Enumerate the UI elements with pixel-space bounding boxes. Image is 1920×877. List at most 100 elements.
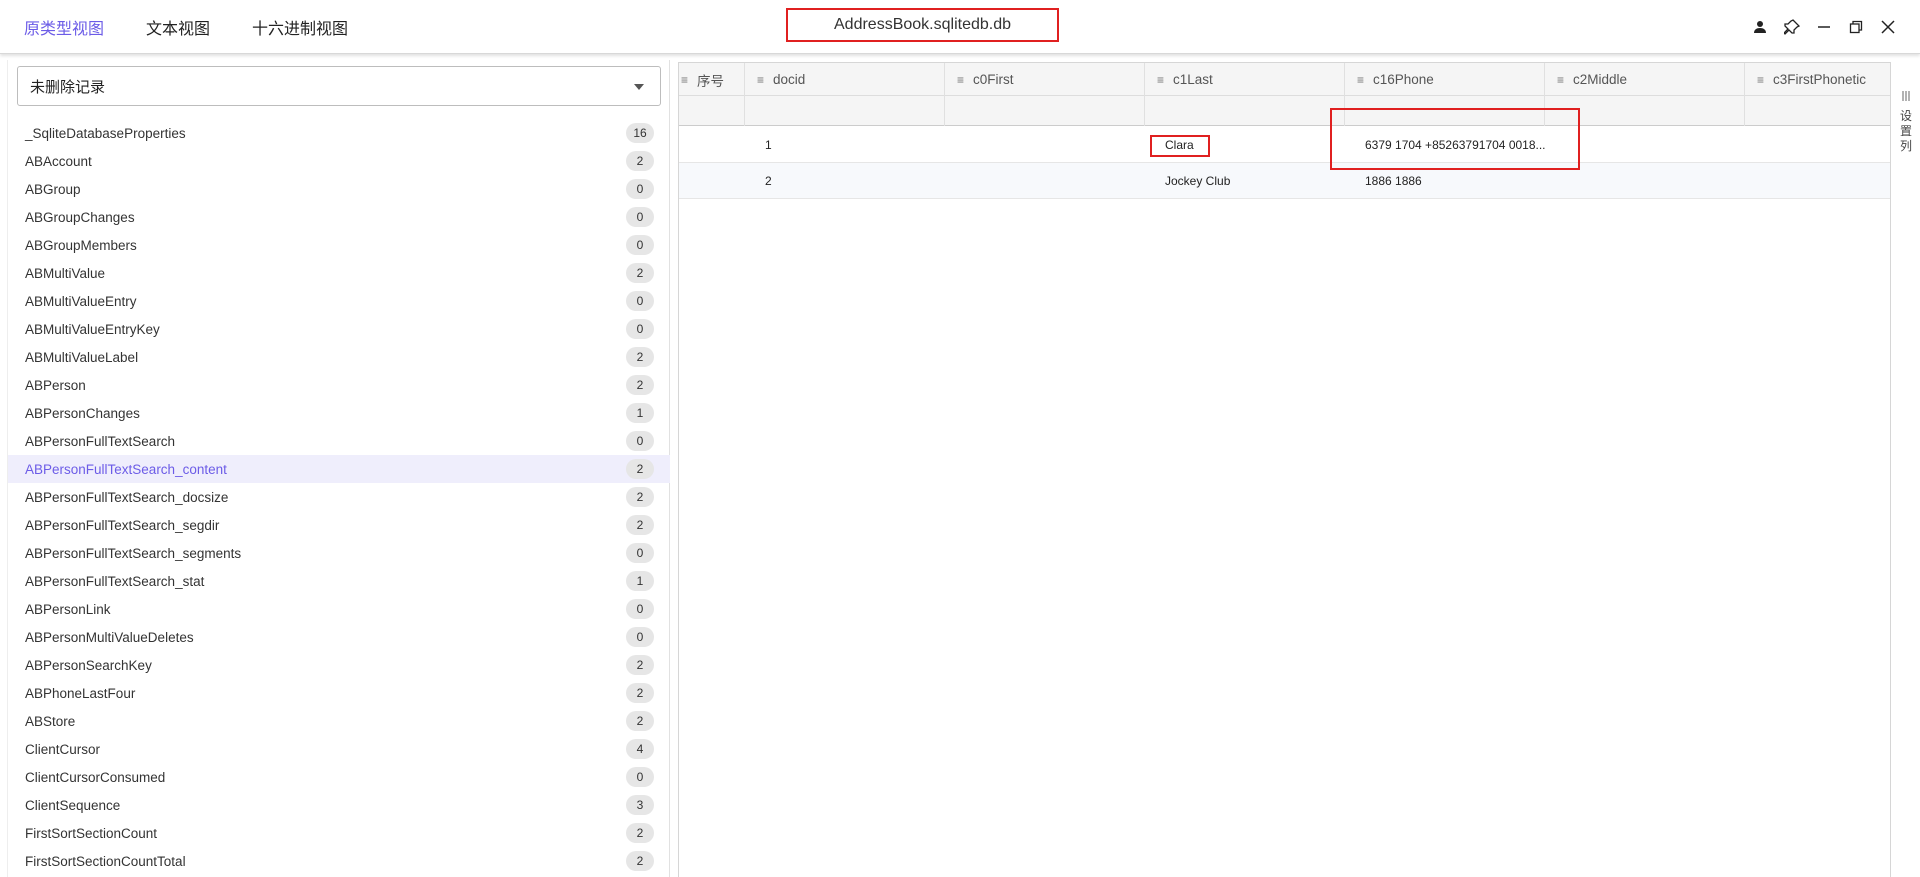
column-header-c16phone[interactable]: ≡ c16Phone: [1345, 63, 1545, 96]
table-name: ABGroupChanges: [25, 209, 135, 225]
table-list-item[interactable]: ABPersonChanges 1: [8, 399, 670, 427]
table-list-item[interactable]: ABPersonFullTextSearch_segdir 2: [8, 511, 670, 539]
column-header-label: c3FirstPhonetic: [1773, 72, 1867, 87]
pin-icon[interactable]: [1782, 17, 1802, 37]
table-name: ABPhoneLastFour: [25, 685, 136, 701]
cell-c16phone[interactable]: 6379 1704 +85263791704 0018...: [1365, 127, 1555, 163]
record-count-badge: 1: [626, 571, 654, 591]
record-count-badge: 0: [626, 235, 654, 255]
table-row[interactable]: 2 Jockey Club 1886 1886: [679, 163, 1891, 199]
column-header-c3firstphonetic[interactable]: ≡ c3FirstPhonetic: [1745, 63, 1891, 96]
column-header-seq[interactable]: ≡ 序号: [679, 63, 745, 96]
record-count-badge: 2: [626, 263, 654, 283]
close-icon[interactable]: [1878, 17, 1898, 37]
table-list-item[interactable]: ABPhoneLastFour 2: [8, 679, 670, 707]
table-name: ABMultiValueLabel: [25, 349, 139, 365]
table-list-item[interactable]: ABGroupChanges 0: [8, 203, 670, 231]
column-menu-icon[interactable]: ≡: [757, 73, 767, 87]
table-list-item[interactable]: FirstSortSectionCountTotal 2: [8, 847, 670, 875]
cell-c16phone[interactable]: 1886 1886: [1365, 163, 1555, 199]
table-list-item[interactable]: ABStore 2: [8, 707, 670, 735]
restore-icon[interactable]: [1846, 17, 1866, 37]
table-list-item[interactable]: ABPersonFullTextSearch_docsize 2: [8, 483, 670, 511]
tab-hex-view[interactable]: 十六进制视图: [252, 15, 348, 39]
column-header-c1last[interactable]: ≡ c1Last: [1145, 63, 1345, 96]
record-count-badge: 2: [626, 711, 654, 731]
table-name: ABPersonFullTextSearch_stat: [25, 573, 205, 589]
record-count-badge: 2: [626, 515, 654, 535]
table-list-item[interactable]: ABMultiValueEntry 0: [8, 287, 670, 315]
column-header-c2middle[interactable]: ≡ c2Middle: [1545, 63, 1745, 96]
column-filter-cell[interactable]: [1545, 96, 1745, 126]
table-list-item[interactable]: ABMultiValueLabel 2: [8, 343, 670, 371]
column-filter-cell[interactable]: [1345, 96, 1545, 126]
minimize-icon[interactable]: [1814, 17, 1834, 37]
table-name: ABPersonSearchKey: [25, 657, 152, 673]
column-menu-icon[interactable]: ≡: [1157, 73, 1167, 87]
cell-docid[interactable]: 2: [765, 163, 955, 199]
table-name: ClientCursorConsumed: [25, 769, 166, 785]
table-list-item[interactable]: ClientSequence 3: [8, 791, 670, 819]
column-settings-panel[interactable]: 设 置 列: [1890, 62, 1920, 877]
record-count-badge: 0: [626, 319, 654, 339]
record-count-badge: 2: [626, 151, 654, 171]
column-menu-icon[interactable]: ≡: [957, 73, 967, 87]
record-count-badge: 0: [626, 543, 654, 563]
record-count-badge: 4: [626, 739, 654, 759]
table-list-item[interactable]: ABPersonSearchKey 2: [8, 651, 670, 679]
cell-c1last[interactable]: Clara: [1165, 127, 1355, 163]
table-list-item[interactable]: ABAccount 2: [8, 147, 670, 175]
user-icon[interactable]: [1750, 17, 1770, 37]
column-filter-cell[interactable]: [945, 96, 1145, 126]
record-filter-select[interactable]: 未删除记录: [17, 66, 661, 106]
record-count-badge: 1: [626, 403, 654, 423]
table-list-item[interactable]: ABPersonFullTextSearch 0: [8, 427, 670, 455]
table-list: _SqliteDatabaseProperties 16 ABAccount 2 ABG…: [8, 119, 670, 875]
column-menu-icon[interactable]: ≡: [1557, 73, 1567, 87]
table-name: ABPersonFullTextSearch_docsize: [25, 489, 229, 505]
column-filter-cell[interactable]: [1745, 96, 1891, 126]
column-settings-tab[interactable]: 设 置 列: [1891, 90, 1920, 154]
record-count-badge: 2: [626, 347, 654, 367]
column-filter-cell[interactable]: [1145, 96, 1345, 126]
table-list-item[interactable]: ClientCursor 4: [8, 735, 670, 763]
table-name: ABMultiValue: [25, 265, 106, 281]
data-grid: ≡ 序号 ≡ docid ≡ c0First ≡ c1Last ≡ c16Phone ≡ c2Midd…: [678, 62, 1891, 877]
column-header-label: c16Phone: [1373, 72, 1434, 87]
record-count-badge: 2: [626, 459, 654, 479]
table-list-item[interactable]: ABPersonFullTextSearch_segments 0: [8, 539, 670, 567]
table-list-item[interactable]: ABPersonFullTextSearch_content 2: [8, 455, 670, 483]
column-header-c0first[interactable]: ≡ c0First: [945, 63, 1145, 96]
table-list-item[interactable]: ABPersonLink 0: [8, 595, 670, 623]
record-count-badge: 3: [626, 795, 654, 815]
table-list-item[interactable]: FirstSortSectionCount 2: [8, 819, 670, 847]
column-header-label: c0First: [973, 72, 1014, 87]
column-settings-char: 列: [1899, 139, 1912, 153]
record-count-badge: 0: [626, 207, 654, 227]
column-menu-icon[interactable]: ≡: [1757, 73, 1767, 87]
table-list-item[interactable]: _SqliteDatabaseProperties 16: [8, 119, 670, 147]
table-list-item[interactable]: ABPerson 2: [8, 371, 670, 399]
column-menu-icon[interactable]: ≡: [1357, 73, 1367, 87]
table-list-item[interactable]: ABPersonMultiValueDeletes 0: [8, 623, 670, 651]
column-filter-cell[interactable]: [745, 96, 945, 126]
table-list-item[interactable]: ABMultiValueEntryKey 0: [8, 315, 670, 343]
tab-raw-type-view[interactable]: 原类型视图: [24, 15, 104, 39]
column-header-docid[interactable]: ≡ docid: [745, 63, 945, 96]
record-count-badge: 2: [626, 655, 654, 675]
table-list-item[interactable]: ABPersonFullTextSearch_stat 1: [8, 567, 670, 595]
column-menu-icon[interactable]: ≡: [681, 73, 691, 87]
cell-c1last[interactable]: Jockey Club: [1165, 163, 1355, 199]
table-row[interactable]: 1 Clara 6379 1704 +85263791704 0018...: [679, 127, 1891, 163]
table-list-item[interactable]: ABGroupMembers 0: [8, 231, 670, 259]
table-list-item[interactable]: ABGroup 0: [8, 175, 670, 203]
column-filter-cell[interactable]: [679, 96, 745, 126]
table-list-item[interactable]: ABMultiValue 2: [8, 259, 670, 287]
cell-docid[interactable]: 1: [765, 127, 955, 163]
tab-text-view[interactable]: 文本视图: [146, 15, 210, 39]
record-count-badge: 2: [626, 683, 654, 703]
column-header-label: 序号: [697, 73, 724, 89]
table-list-item[interactable]: ClientCursorConsumed 0: [8, 763, 670, 791]
table-name: ABGroup: [25, 181, 81, 197]
table-name: ABPersonFullTextSearch: [25, 433, 176, 449]
